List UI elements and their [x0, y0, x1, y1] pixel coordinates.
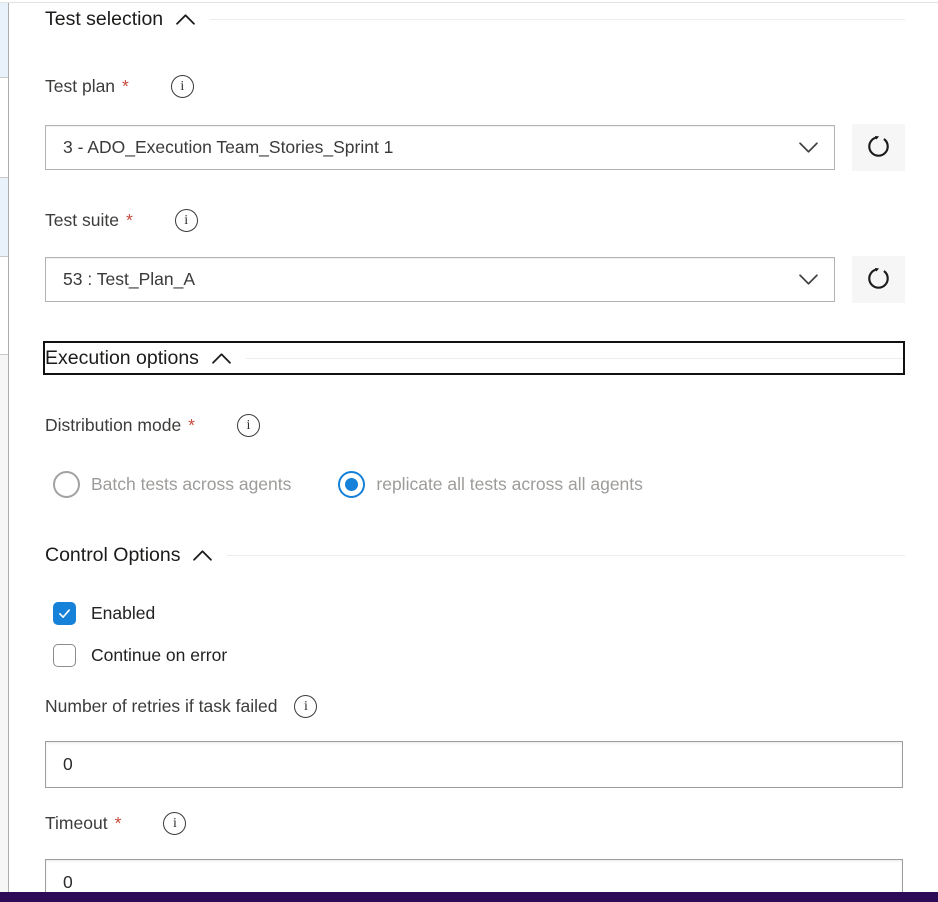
- test-plan-value: 3 - ADO_Execution Team_Stories_Sprint 1: [46, 137, 799, 158]
- retries-label: Number of retries if task failed: [45, 696, 277, 717]
- timeout-label: Timeout: [45, 813, 108, 834]
- distribution-mode-label-row: Distribution mode * i: [45, 412, 905, 439]
- radio-option-replicate-all[interactable]: replicate all tests across all agents: [338, 471, 643, 498]
- test-suite-label: Test suite: [45, 210, 119, 231]
- checkbox-unchecked-icon[interactable]: [53, 644, 76, 667]
- chevron-up-icon[interactable]: [193, 550, 212, 561]
- panel-edge-segment: [0, 3, 8, 78]
- section-divider: [210, 19, 905, 20]
- radio-dot: [345, 478, 358, 491]
- required-asterisk: *: [115, 813, 122, 834]
- retries-input[interactable]: [45, 741, 903, 788]
- chevron-up-icon[interactable]: [176, 14, 195, 25]
- retries-label-row: Number of retries if task failed i: [45, 693, 905, 720]
- task-form: Test selection Test plan * i 3 - ADO_Exe…: [45, 0, 905, 902]
- radio-option-batch-tests[interactable]: Batch tests across agents: [53, 471, 291, 498]
- test-suite-dropdown[interactable]: 53 : Test_Plan_A: [45, 257, 835, 302]
- info-icon[interactable]: i: [171, 75, 194, 98]
- radio-label: replicate all tests across all agents: [376, 474, 643, 495]
- bottom-accent-bar: [0, 892, 938, 902]
- checkbox-label: Enabled: [91, 603, 155, 624]
- section-header-execution-options-focus-ring: Execution options: [43, 341, 905, 375]
- info-icon[interactable]: i: [237, 414, 260, 437]
- required-asterisk: *: [126, 210, 133, 231]
- section-header-execution-options[interactable]: Execution options: [45, 347, 903, 370]
- refresh-test-plan-button[interactable]: [852, 124, 905, 171]
- test-suite-value: 53 : Test_Plan_A: [46, 269, 799, 290]
- radio-selected-icon[interactable]: [338, 471, 365, 498]
- info-icon[interactable]: i: [163, 812, 186, 835]
- test-plan-row: 3 - ADO_Execution Team_Stories_Sprint 1: [45, 125, 905, 171]
- panel-edge-segment: [0, 257, 8, 355]
- distribution-mode-label: Distribution mode: [45, 415, 181, 436]
- enabled-checkbox-row[interactable]: Enabled: [53, 602, 905, 625]
- required-asterisk: *: [188, 415, 195, 436]
- refresh-icon: [865, 265, 892, 295]
- test-plan-dropdown[interactable]: 3 - ADO_Execution Team_Stories_Sprint 1: [45, 125, 835, 170]
- refresh-icon: [865, 133, 892, 163]
- section-divider: [246, 358, 903, 359]
- timeout-label-row: Timeout * i: [45, 810, 905, 837]
- section-title: Test selection: [45, 8, 163, 31]
- chevron-up-icon[interactable]: [212, 353, 231, 364]
- refresh-test-suite-button[interactable]: [852, 256, 905, 303]
- panel-edge-segment: [0, 178, 8, 257]
- background-panel-edge: [0, 3, 9, 892]
- test-suite-row: 53 : Test_Plan_A: [45, 257, 905, 303]
- section-header-test-selection[interactable]: Test selection: [45, 6, 905, 33]
- chevron-down-icon: [799, 142, 818, 153]
- continue-on-error-checkbox-row[interactable]: Continue on error: [53, 644, 905, 667]
- panel-edge-segment: [0, 78, 8, 178]
- chevron-down-icon: [799, 274, 818, 285]
- required-asterisk: *: [122, 76, 129, 97]
- section-divider: [227, 555, 905, 556]
- info-icon[interactable]: i: [294, 695, 317, 718]
- panel-edge-segment: [0, 355, 8, 892]
- task-settings-panel: Test selection Test plan * i 3 - ADO_Exe…: [0, 0, 938, 902]
- section-header-control-options[interactable]: Control Options: [45, 542, 905, 569]
- checkbox-checked-icon[interactable]: [53, 602, 76, 625]
- test-plan-label-row: Test plan * i: [45, 73, 905, 100]
- radio-unselected-icon[interactable]: [53, 471, 80, 498]
- test-plan-label: Test plan: [45, 76, 115, 97]
- distribution-mode-radio-group: Batch tests across agents replicate all …: [53, 471, 905, 498]
- section-title: Control Options: [45, 544, 180, 567]
- section-title: Execution options: [45, 347, 199, 370]
- info-icon[interactable]: i: [175, 209, 198, 232]
- radio-label: Batch tests across agents: [91, 474, 291, 495]
- checkbox-label: Continue on error: [91, 645, 227, 666]
- test-suite-label-row: Test suite * i: [45, 207, 905, 234]
